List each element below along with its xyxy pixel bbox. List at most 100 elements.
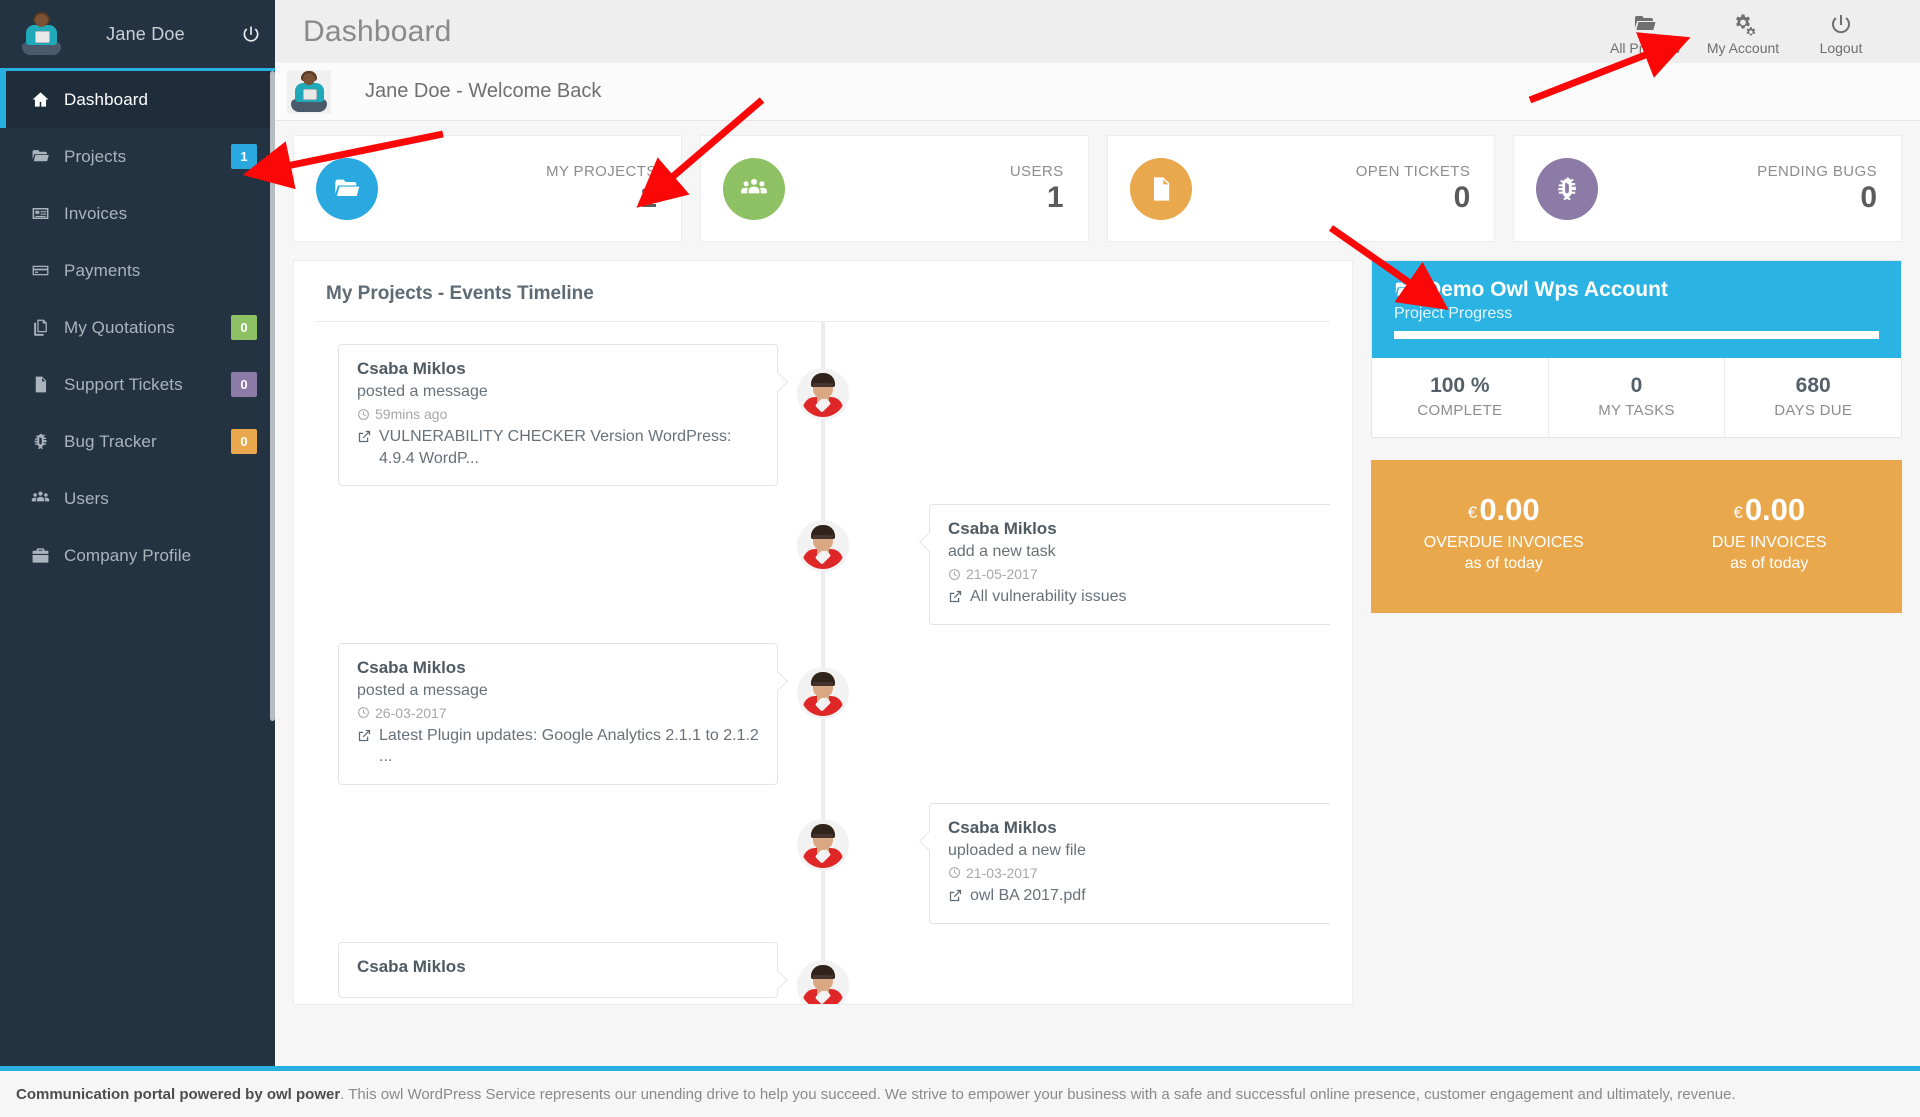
- event-link[interactable]: Latest Plugin updates: Google Analytics …: [357, 725, 759, 768]
- event-time: 59mins ago: [357, 406, 759, 422]
- card-icon: [22, 261, 58, 280]
- right-column: Demo Owl Wps Account Project Progress 10…: [1371, 260, 1902, 1005]
- main-content: MY PROJECTS 1 USERS 1 OPEN TICKETS 0 PEN…: [275, 121, 1920, 1071]
- accent: [0, 413, 6, 470]
- topbar: Dashboard All Projects My Account Logout: [275, 0, 1920, 63]
- stats-row: MY PROJECTS 1 USERS 1 OPEN TICKETS 0 PEN…: [293, 135, 1902, 242]
- accent: [0, 356, 6, 413]
- gear-icon: [1694, 11, 1792, 37]
- sidebar-item-support-tickets[interactable]: Support Tickets 0: [0, 356, 275, 413]
- clock-icon: [357, 408, 370, 421]
- welcome-text: Jane Doe - Welcome Back: [365, 80, 602, 102]
- accent: [0, 242, 6, 299]
- clock-icon: [357, 706, 370, 719]
- sidebar-item-invoices[interactable]: Invoices: [0, 185, 275, 242]
- timeline-event: Csaba Miklos: [316, 941, 1330, 1004]
- logout-button[interactable]: Logout: [1792, 7, 1890, 56]
- accent: [0, 299, 6, 356]
- sidebar-item-dashboard[interactable]: Dashboard: [0, 71, 275, 128]
- timeline-event: Csaba Miklos add a new task 21-05-2017 A…: [316, 504, 1330, 625]
- event-time-text: 21-03-2017: [966, 864, 1038, 881]
- project-subtitle: Project Progress: [1394, 305, 1513, 322]
- sidebar-badge-quotations: 0: [231, 315, 257, 340]
- active-accent: [0, 71, 6, 128]
- external-link-icon: [357, 725, 372, 743]
- home-icon: [22, 90, 58, 109]
- timeline-card[interactable]: Csaba Miklos uploaded a new file 21-03-2…: [919, 802, 1330, 924]
- welcome-bar: Jane Doe - Welcome Back: [275, 63, 1920, 121]
- folder-open-icon: [1394, 279, 1416, 301]
- stat-label: USERS: [1009, 163, 1064, 181]
- event-time: 21-05-2017: [948, 566, 1330, 582]
- stat-body: PENDING BUGS 0: [1757, 163, 1877, 214]
- timeline-event: Csaba Miklos posted a message 59mins ago…: [316, 344, 1330, 487]
- stat-card-pending-bugs[interactable]: PENDING BUGS 0: [1513, 135, 1902, 242]
- project-stat-days-due: 680 DAYS DUE: [1725, 358, 1901, 437]
- timeline-card[interactable]: Csaba Miklos: [338, 941, 788, 998]
- my-account-button[interactable]: My Account: [1694, 7, 1792, 56]
- stat-label: DAYS DUE: [1774, 402, 1853, 419]
- copy-icon: [22, 318, 58, 337]
- timeline-card[interactable]: Csaba Miklos posted a message 59mins ago…: [338, 344, 788, 487]
- event-time: 26-03-2017: [357, 705, 759, 721]
- event-link[interactable]: owl BA 2017.pdf: [948, 885, 1330, 907]
- project-stats: 100 % COMPLETE 0 MY TASKS 680 DAYS DUE: [1372, 358, 1901, 437]
- event-action: posted a message: [357, 383, 488, 400]
- sidebar-item-label: Payments: [64, 260, 141, 280]
- timeline-node-avatar: [797, 520, 849, 573]
- user-avatar: [287, 69, 331, 114]
- currency-symbol: €: [1733, 503, 1743, 522]
- external-link-icon: [948, 885, 963, 903]
- all-projects-label: All Projects: [1609, 40, 1681, 56]
- sidebar-item-projects[interactable]: Projects 1: [0, 128, 275, 185]
- invoices-card[interactable]: €0.00 OVERDUE INVOICES as of today €0.00…: [1371, 460, 1902, 613]
- overdue-amount: €0.00: [1371, 494, 1637, 525]
- sidebar-item-my-quotations[interactable]: My Quotations 0: [0, 299, 275, 356]
- amount-value: 0.00: [1479, 492, 1540, 527]
- stat-card-users[interactable]: USERS 1: [699, 135, 1089, 242]
- event-time-text: 26-03-2017: [375, 704, 447, 721]
- stat-label: PENDING BUGS: [1757, 163, 1877, 181]
- timeline-card[interactable]: Csaba Miklos posted a message 26-03-2017…: [338, 642, 788, 785]
- all-projects-button[interactable]: All Projects: [1596, 7, 1694, 56]
- sidebar-item-label: Support Tickets: [64, 374, 183, 394]
- stat-card-open-tickets[interactable]: OPEN TICKETS 0: [1106, 135, 1496, 242]
- sidebar: Jane Doe Dashboard Projects 1 Invoices P…: [0, 0, 275, 1071]
- avatar: [18, 11, 64, 57]
- lower-row: My Projects - Events Timeline Csaba Mikl…: [293, 260, 1902, 1005]
- event-link[interactable]: All vulnerability issues: [948, 586, 1330, 608]
- project-name-row: Demo Owl Wps Account: [1394, 278, 1879, 302]
- stat-value: 680: [1795, 374, 1831, 397]
- card-beak: [919, 831, 939, 851]
- event-link[interactable]: VULNERABILITY CHECKER Version WordPress:…: [357, 426, 759, 469]
- stat-body: MY PROJECTS 1: [546, 163, 657, 214]
- sidebar-item-users[interactable]: Users: [0, 470, 275, 527]
- sidebar-nav: Dashboard Projects 1 Invoices Payments M…: [0, 71, 275, 584]
- power-icon[interactable]: [227, 24, 261, 44]
- project-progress-card[interactable]: Demo Owl Wps Account Project Progress 10…: [1371, 260, 1902, 438]
- file-icon: [22, 375, 58, 394]
- timeline-title: My Projects - Events Timeline: [316, 261, 1330, 322]
- stat-card-my-projects[interactable]: MY PROJECTS 1: [293, 135, 682, 242]
- stat-value: 0: [1453, 181, 1471, 215]
- overdue-invoices: €0.00 OVERDUE INVOICES as of today: [1371, 494, 1637, 573]
- sidebar-item-bug-tracker[interactable]: Bug Tracker 0: [0, 413, 275, 470]
- sidebar-user-header: Jane Doe: [0, 0, 275, 68]
- sidebar-item-payments[interactable]: Payments: [0, 242, 275, 299]
- event-link-text: owl BA 2017.pdf: [970, 886, 1086, 904]
- sidebar-item-company-profile[interactable]: Company Profile: [0, 527, 275, 584]
- stat-label: MY TASKS: [1598, 402, 1675, 419]
- timeline-node-avatar: [797, 818, 849, 871]
- external-link-icon: [357, 426, 372, 444]
- progress-bar: [1394, 331, 1879, 339]
- due-sublabel: as of today: [1730, 555, 1809, 572]
- timeline-card[interactable]: Csaba Miklos add a new task 21-05-2017 A…: [919, 504, 1330, 625]
- overdue-sublabel: as of today: [1464, 555, 1543, 572]
- sidebar-badge-projects: 1: [231, 144, 257, 169]
- events-timeline: Csaba Miklos posted a message 59mins ago…: [316, 322, 1330, 1004]
- sidebar-badge-support-tickets: 0: [231, 372, 257, 397]
- sidebar-item-label: Invoices: [64, 203, 128, 223]
- amount-value: 0.00: [1744, 492, 1806, 527]
- event-link-text: VULNERABILITY CHECKER Version WordPress:…: [379, 428, 732, 467]
- event-link-text: All vulnerability issues: [970, 588, 1127, 606]
